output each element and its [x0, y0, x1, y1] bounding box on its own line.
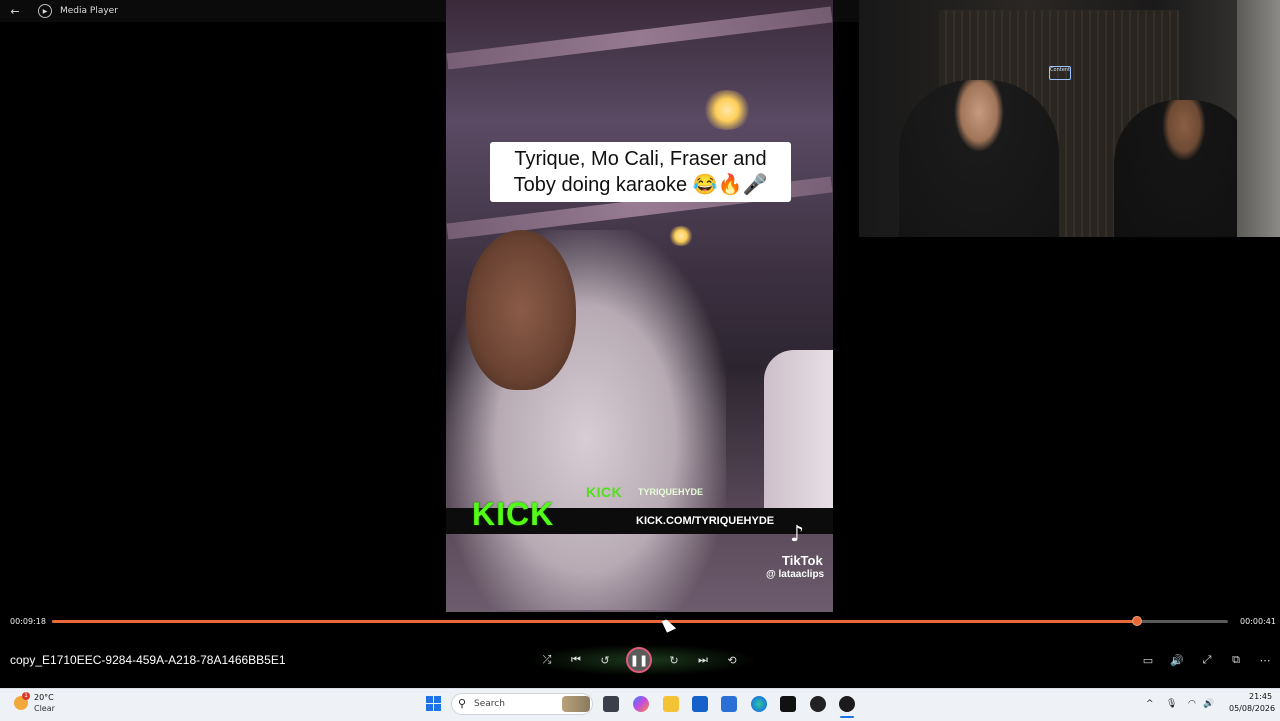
seek-thumb[interactable] — [1132, 616, 1143, 626]
clock-time[interactable]: 21:45 — [1249, 692, 1272, 701]
weather-condition[interactable]: Clear — [34, 704, 55, 713]
kick-small-username: TYRIQUEHYDE — [638, 487, 704, 497]
background-person — [764, 350, 833, 510]
background-wall — [1237, 0, 1280, 237]
ceiling-truss — [446, 6, 833, 70]
webcam-overlay: Content — [859, 0, 1280, 237]
shuffle-button[interactable]: ⤮ — [537, 650, 557, 670]
media-filename: copy_E1710EEC-9284-459A-A218-78A1466BB5E… — [10, 653, 286, 667]
rewind-10-button[interactable]: ↺ — [595, 650, 615, 670]
window-title: Media Player — [60, 6, 118, 16]
kick-small-logo: KICK — [586, 484, 623, 500]
volume-button[interactable]: 🔊 — [1167, 650, 1187, 670]
app-icon[interactable] — [810, 696, 826, 712]
kick-logo: KICK — [472, 496, 555, 532]
seek-bar[interactable] — [52, 616, 1228, 626]
cast-button[interactable]: ⧉ — [1226, 650, 1246, 670]
previous-button[interactable]: ⏮ — [566, 650, 586, 670]
tray-chevron-icon[interactable]: ^ — [1146, 699, 1154, 709]
file-explorer-icon[interactable] — [663, 696, 679, 712]
back-icon[interactable]: ← — [0, 0, 30, 22]
fullscreen-button[interactable]: ⤢ — [1197, 650, 1217, 670]
copilot-icon[interactable] — [633, 696, 649, 712]
more-options-button[interactable]: ⋯ — [1255, 650, 1275, 670]
tiktok-label: TikTok — [782, 553, 823, 568]
video-frame[interactable]: Tyrique, Mo Cali, Fraser and Toby doing … — [446, 0, 833, 612]
pause-button[interactable]: ❚❚ — [626, 647, 652, 673]
search-highlight-image — [562, 696, 590, 712]
search-icon: ⚲ — [458, 697, 467, 710]
tray-volume-icon[interactable]: 🔊 — [1203, 699, 1214, 709]
store-icon[interactable] — [692, 696, 708, 712]
task-view-icon[interactable] — [603, 696, 619, 712]
repeat-button[interactable]: ⟲ — [722, 650, 742, 670]
capcut-icon[interactable] — [780, 696, 796, 712]
singer-head — [466, 230, 576, 390]
video-caption: Tyrique, Mo Cali, Fraser and Toby doing … — [490, 142, 791, 202]
media-player-app-icon: ▶ — [38, 4, 52, 18]
ceiling-light — [702, 90, 752, 130]
streamer-left — [899, 80, 1059, 237]
forward-30-button[interactable]: ↻ — [664, 650, 684, 670]
weather-temperature[interactable]: 20°C — [34, 693, 54, 702]
neon-sign: Content — [1049, 66, 1071, 80]
search-placeholder[interactable]: Search — [474, 699, 505, 709]
seek-bar-progress — [52, 620, 1138, 623]
microphone-icon[interactable]: 🎙 — [1166, 699, 1177, 709]
active-app-indicator — [840, 716, 854, 718]
tiktok-handle: @ lataaclips — [766, 569, 825, 580]
miniplayer-button[interactable]: ▭ — [1138, 650, 1158, 670]
media-player-taskbar-icon[interactable] — [839, 696, 855, 712]
wifi-icon[interactable]: ◠ — [1188, 699, 1196, 709]
streamer-right — [1114, 100, 1254, 237]
elapsed-time: 00:09:18 — [10, 617, 46, 626]
tiktok-icon: ♪ — [790, 522, 805, 547]
next-button[interactable]: ⏭ — [693, 650, 713, 670]
remaining-time: 00:00:41 — [1240, 617, 1276, 626]
edge-icon[interactable] — [751, 696, 767, 712]
start-button[interactable] — [426, 696, 441, 711]
clock-date[interactable]: 05/08/2026 — [1229, 704, 1275, 713]
kick-url: KICK.COM/TYRIQUEHYDE — [636, 515, 775, 527]
outlook-icon[interactable] — [721, 696, 737, 712]
weather-badge: 1 — [22, 692, 30, 700]
